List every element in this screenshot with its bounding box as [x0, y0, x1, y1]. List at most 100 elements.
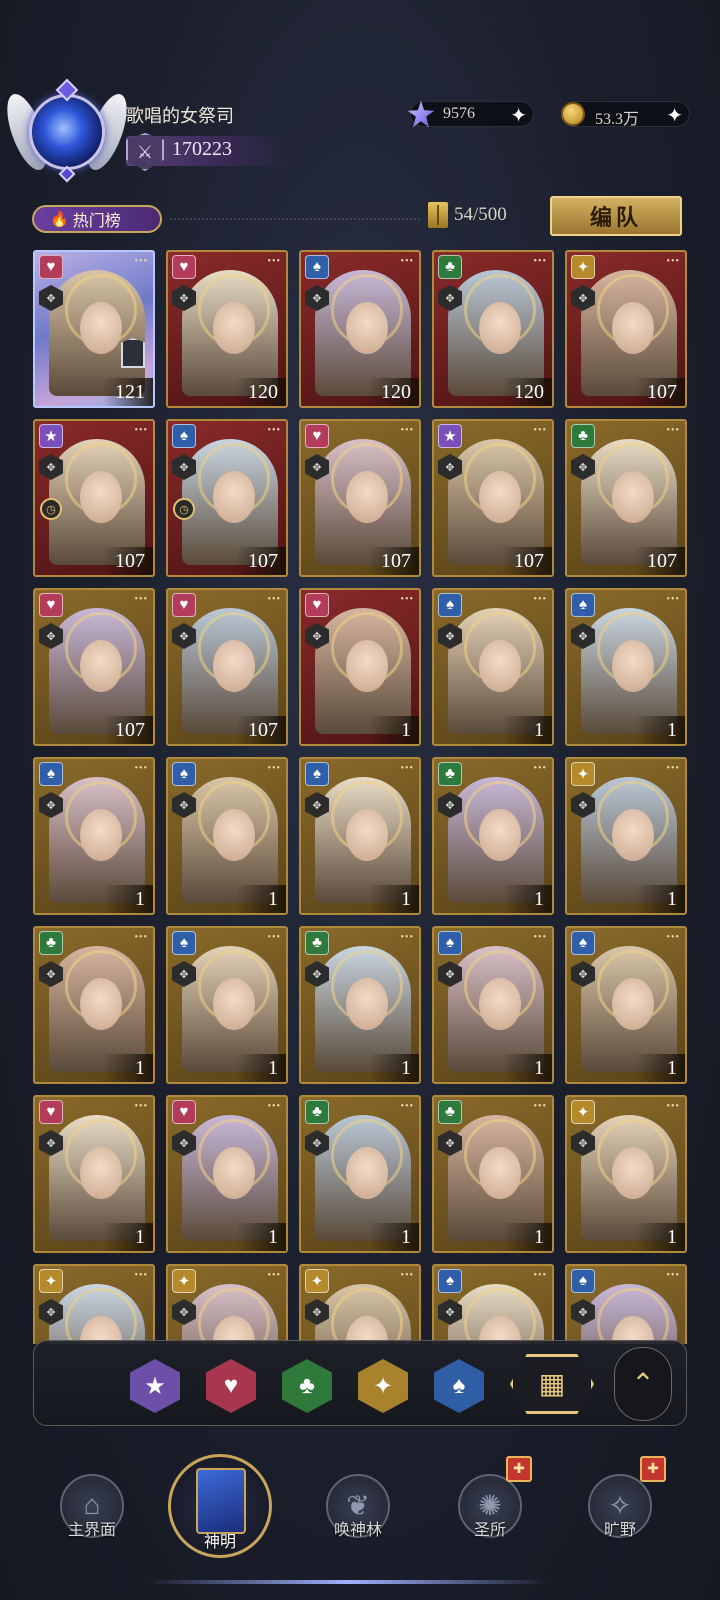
character-face	[80, 471, 122, 523]
god-card[interactable]: ♣ ✥ ••• 107	[565, 419, 687, 577]
diamond-suit-icon: ✦	[571, 1100, 595, 1124]
card-level: 107	[502, 547, 552, 575]
god-card[interactable]: ♣ ✥ ••• 1	[33, 926, 155, 1084]
god-card[interactable]: ♠ ✥ ••• 1	[432, 926, 554, 1084]
card-level: 1	[502, 885, 552, 913]
heart-filter-button[interactable]: ♥	[206, 1359, 256, 1413]
star-dots-icon: •••	[533, 932, 547, 943]
heart-suit-icon: ♥	[39, 593, 63, 617]
god-card[interactable]: ♠ ✥ ••• 120	[299, 250, 421, 408]
star-dots-icon: •••	[666, 256, 680, 267]
card-level: 120	[502, 378, 552, 406]
character-face	[346, 809, 388, 861]
god-card[interactable]: ♠ ✥ ••• 1	[299, 757, 421, 915]
character-face	[479, 1147, 521, 1199]
god-card[interactable]: ♠ ✥ ••• 1	[565, 588, 687, 746]
add-star-gem-button[interactable]: ✦	[510, 103, 527, 128]
clock-icon: ◷	[40, 498, 62, 520]
god-card[interactable]: ♠ ✥ •••	[565, 1264, 687, 1344]
god-card[interactable]: ♠ ✥ ••• 1	[432, 588, 554, 746]
character-face	[479, 809, 521, 861]
god-card[interactable]: ♠ ✥ ••• 1	[565, 926, 687, 1084]
god-card[interactable]: ♣ ✥ ••• 1	[432, 757, 554, 915]
player-name: 歌唱的女祭司	[126, 106, 234, 126]
god-card[interactable]: ♠ ✥ ••• 1	[166, 757, 288, 915]
god-card[interactable]: ♠ ✥ ••• 1	[33, 757, 155, 915]
god-card[interactable]: ♥ ✥ ••• 1	[166, 1095, 288, 1253]
nav-summon[interactable]: ❦ 唤神林	[298, 1474, 418, 1594]
god-card[interactable]: ✦ ✥ •••	[33, 1264, 155, 1344]
card-level: 1	[369, 1054, 419, 1082]
star-dots-icon: •••	[666, 1270, 680, 1281]
heart-suit-icon: ♥	[305, 593, 329, 617]
hot-list-button[interactable]: 🔥 热门榜	[32, 205, 162, 233]
god-card[interactable]: ♣ ✥ ••• 120	[432, 250, 554, 408]
spade-filter-button[interactable]: ♠	[434, 1359, 484, 1413]
gift-notification-icon: ✚	[506, 1456, 532, 1482]
card-level: 107	[236, 547, 286, 575]
star-gem-value: 9576	[443, 105, 475, 122]
club-filter-button[interactable]: ♣	[282, 1359, 332, 1413]
heart-suit-icon: ♥	[172, 1100, 196, 1124]
star-dots-icon: •••	[533, 1101, 547, 1112]
card-level: 1	[635, 1054, 685, 1082]
rank-badge-icon	[121, 338, 145, 368]
collapse-filter-button[interactable]: ⌃	[614, 1347, 672, 1421]
god-card[interactable]: ✦ ✥ ••• 1	[565, 1095, 687, 1253]
card-capacity-value: 54/500	[454, 204, 507, 225]
card-stack-icon	[428, 202, 448, 228]
character-face	[346, 640, 388, 692]
nav-gods-label: 神明	[203, 1534, 236, 1551]
nav-wild-label: 旷野	[603, 1522, 636, 1539]
star-dots-icon: •••	[134, 763, 148, 774]
star-dots-icon: •••	[533, 1270, 547, 1281]
god-card[interactable]: ♣ ✥ ••• 1	[432, 1095, 554, 1253]
gods-book-icon	[196, 1468, 246, 1534]
player-avatar[interactable]	[0, 78, 135, 190]
nav-summon-label: 唤神林	[333, 1522, 382, 1539]
star-filter-button[interactable]: ★	[130, 1359, 180, 1413]
card-level: 1	[103, 885, 153, 913]
nav-wild[interactable]: ✧ 旷野	[560, 1474, 680, 1594]
star-dots-icon: •••	[267, 1270, 281, 1281]
nav-sanctuary-label: 圣所	[473, 1522, 506, 1539]
god-card[interactable]: ♠ ✥ ••• 1	[166, 926, 288, 1084]
add-gold-button[interactable]: ✦	[666, 103, 683, 128]
god-card[interactable]: ♥ ✥ ••• 1	[299, 588, 421, 746]
god-card[interactable]: ♥ ✥ ••• 107	[166, 588, 288, 746]
nav-main[interactable]: ⌂ 主界面	[32, 1474, 152, 1594]
gold-coin-icon	[557, 98, 589, 130]
star-icon: ★	[144, 1373, 166, 1400]
spade-suit-icon: ♠	[438, 1269, 462, 1293]
galaxy-avatar-image	[29, 94, 105, 170]
god-card[interactable]: ♠ ✥ ◷ ••• 107	[166, 419, 288, 577]
nav-gods[interactable]: 神明	[148, 1444, 548, 1594]
star-dots-icon: •••	[134, 256, 148, 267]
all-filter-button[interactable]: ▦	[510, 1354, 594, 1414]
star-gem-icon	[405, 98, 437, 130]
star-dots-icon: •••	[400, 425, 414, 436]
god-card[interactable]: ♠ ✥ •••	[432, 1264, 554, 1344]
team-formation-button[interactable]: 编队	[550, 196, 682, 236]
app-root: 歌唱的女祭司 ⚔ 170223 9576 ✦ 53.3万 ✦ 🔥 热门榜 54/…	[0, 0, 720, 1600]
god-card[interactable]: ★ ✥ ◷ ••• 107	[33, 419, 155, 577]
god-card[interactable]: ♥ ✥ ••• 120	[166, 250, 288, 408]
god-card[interactable]: ♣ ✥ ••• 1	[299, 926, 421, 1084]
god-card[interactable]: ♥ ✥ ••• 1	[33, 1095, 155, 1253]
god-card[interactable]: ♣ ✥ ••• 1	[299, 1095, 421, 1253]
spade-suit-icon: ♠	[438, 593, 462, 617]
nav-sanctuary[interactable]: ✺ 圣所	[430, 1474, 550, 1594]
god-card[interactable]: ♥ ✥ ••• 107	[33, 588, 155, 746]
diamond-filter-button[interactable]: ✦	[358, 1359, 408, 1413]
diamond-suit-icon: ✦	[305, 1269, 329, 1293]
spade-suit-icon: ♠	[438, 931, 462, 955]
god-card[interactable]: ✦ ✥ •••	[166, 1264, 288, 1344]
god-card[interactable]: ♥ ✥ ••• 107	[299, 419, 421, 577]
god-card[interactable]: ♥ ✥ ••• 121	[33, 250, 155, 408]
god-card[interactable]: ✦ ✥ ••• 107	[565, 250, 687, 408]
god-card[interactable]: ✦ ✥ ••• 1	[565, 757, 687, 915]
god-card[interactable]: ✦ ✥ •••	[299, 1264, 421, 1344]
card-level: 1	[236, 1054, 286, 1082]
god-card[interactable]: ★ ✥ ••• 107	[432, 419, 554, 577]
character-face	[213, 471, 255, 523]
